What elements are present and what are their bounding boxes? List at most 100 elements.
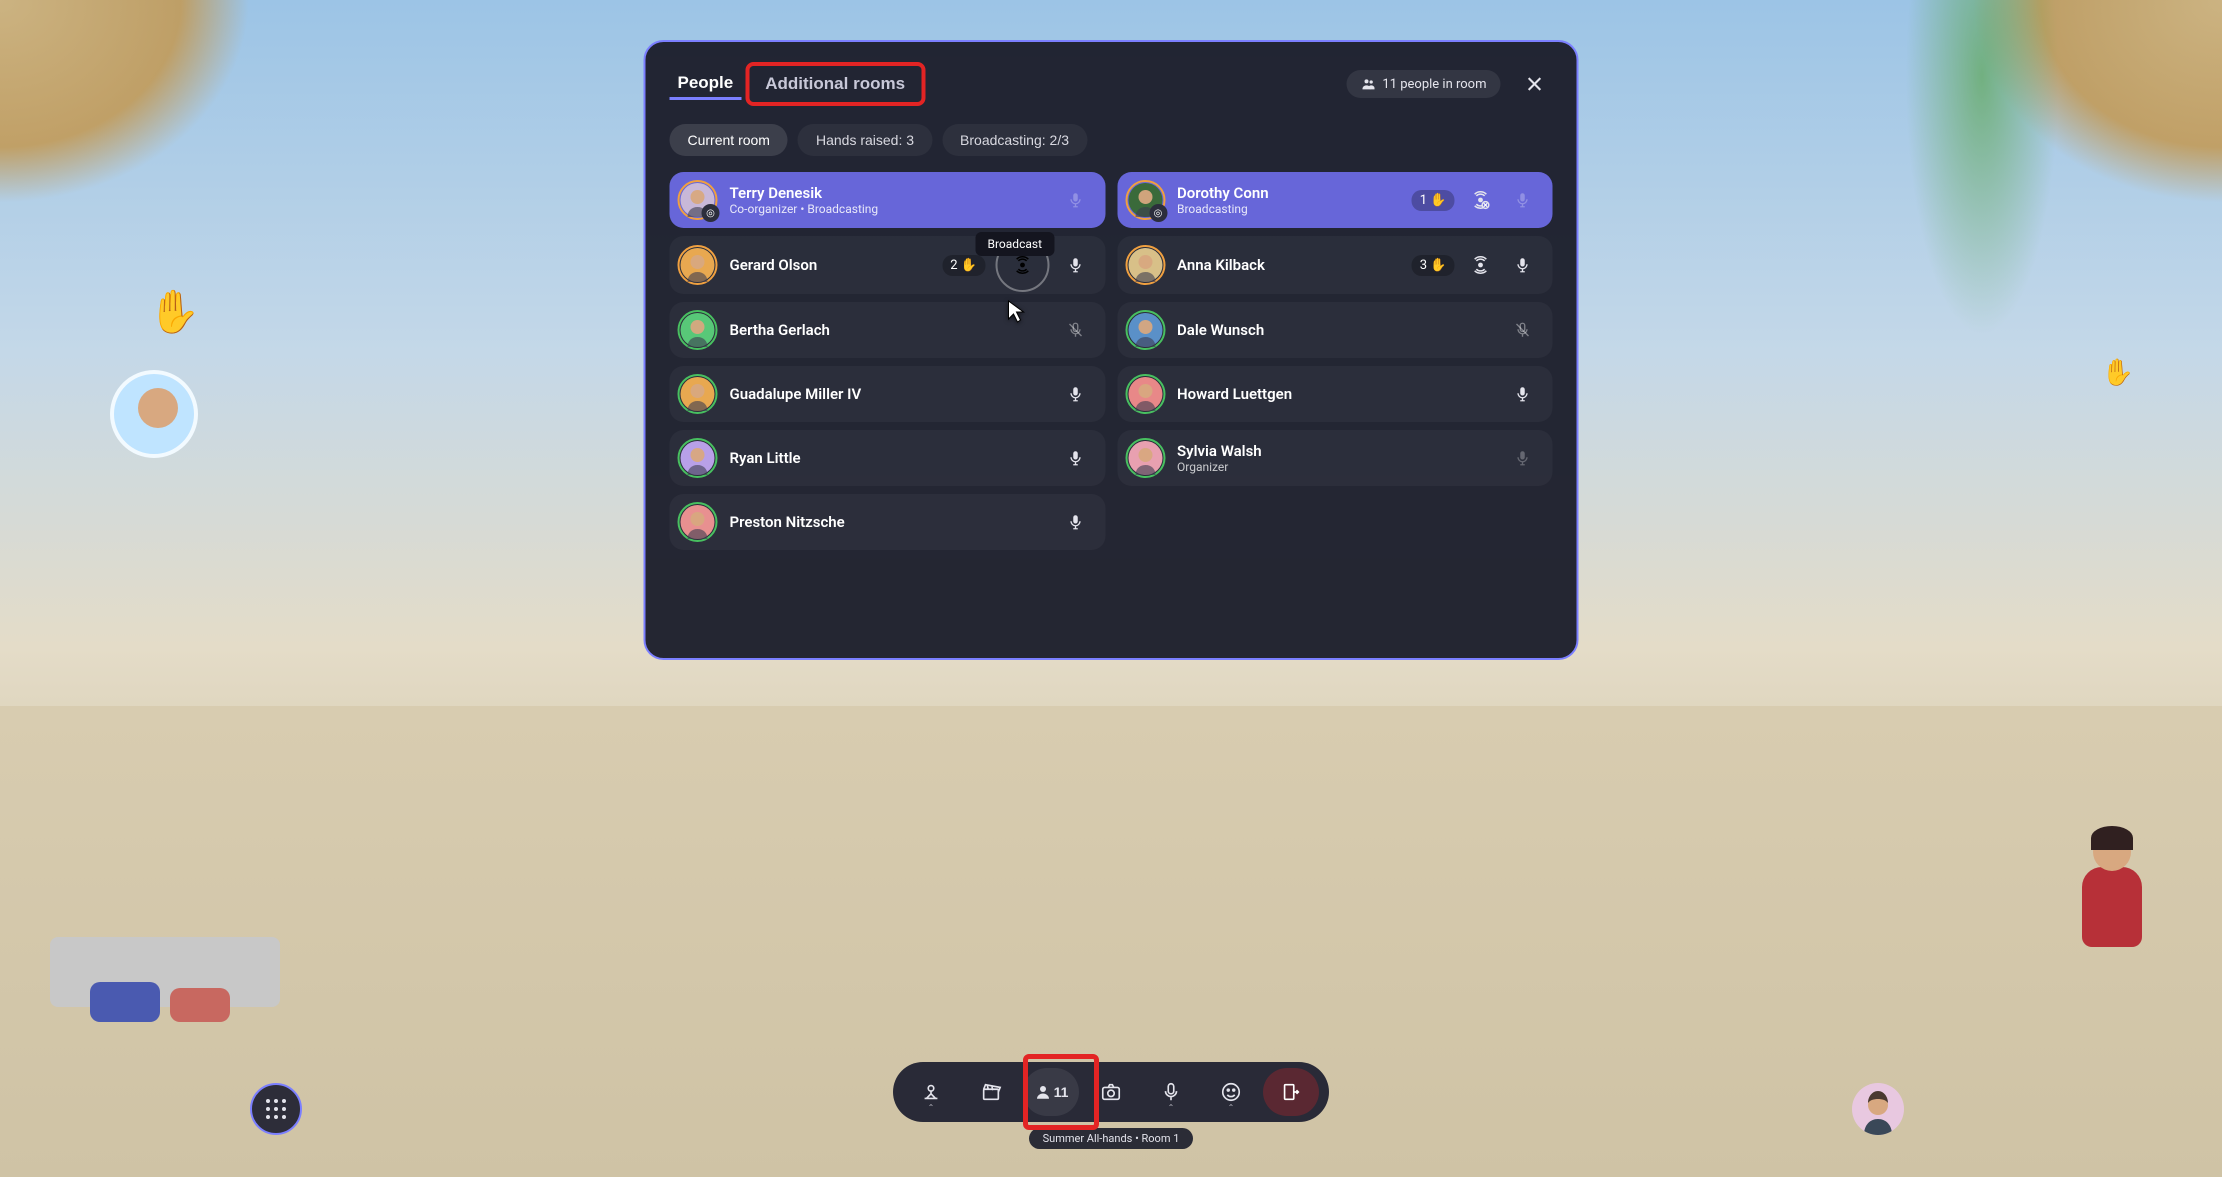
person-info: Preston Nitzsche xyxy=(730,513,1048,531)
person-subtitle: Broadcasting xyxy=(1177,202,1400,216)
person-subtitle: Organizer xyxy=(1177,460,1495,474)
person-name: Sylvia Walsh xyxy=(1177,442,1495,460)
person-card[interactable]: Bertha Gerlach xyxy=(670,302,1106,358)
mic-button[interactable] xyxy=(1507,314,1539,346)
self-avatar[interactable] xyxy=(1852,1083,1904,1135)
share-button[interactable]: ⌃ xyxy=(903,1068,959,1116)
person-actions xyxy=(1507,314,1539,346)
microphone-off-icon xyxy=(1514,321,1532,339)
mic-button[interactable] xyxy=(1507,184,1539,216)
person-card[interactable]: Guadalupe Miller IV xyxy=(670,366,1106,422)
person-card[interactable]: Ryan Little xyxy=(670,430,1106,486)
avatar xyxy=(1125,310,1165,350)
filter-chips: Current room Hands raised: 3 Broadcastin… xyxy=(670,124,1553,156)
scene-remote-avatar-right xyxy=(2072,817,2152,947)
tab-people[interactable]: People xyxy=(670,69,742,100)
avatar xyxy=(678,502,718,542)
person-info: Dorothy Conn Broadcasting xyxy=(1177,184,1400,216)
person-name: Anna Kilback xyxy=(1177,256,1400,274)
person-info: Bertha Gerlach xyxy=(730,321,1048,339)
person-actions xyxy=(1059,506,1091,538)
clapper-icon xyxy=(980,1081,1002,1103)
chip-broadcasting[interactable]: Broadcasting: 2/3 xyxy=(942,124,1087,156)
microphone-icon xyxy=(1066,385,1084,403)
broadcast-icon xyxy=(1471,190,1491,210)
person-card[interactable]: Preston Nitzsche xyxy=(670,494,1106,550)
person-card[interactable]: ◎ Terry Denesik Co-organizer • Broadcast… xyxy=(670,172,1106,228)
close-button[interactable] xyxy=(1517,66,1553,102)
tab-additional-rooms[interactable]: Additional rooms xyxy=(757,70,913,98)
person-actions xyxy=(1059,442,1091,474)
people-count: 11 xyxy=(1054,1084,1069,1100)
broadcast-toggle-button[interactable] xyxy=(995,238,1049,292)
microphone-icon xyxy=(1514,385,1532,403)
person-card[interactable]: Sylvia Walsh Organizer xyxy=(1117,430,1553,486)
leave-button[interactable] xyxy=(1263,1068,1319,1116)
grid-icon xyxy=(266,1099,286,1119)
tab-additional-rooms-highlight: Additional rooms xyxy=(745,62,925,106)
mic-button[interactable] xyxy=(1507,442,1539,474)
avatar xyxy=(1125,245,1165,285)
mic-button[interactable] xyxy=(1059,184,1091,216)
mic-button[interactable] xyxy=(1059,442,1091,474)
person-card[interactable]: Dale Wunsch xyxy=(1117,302,1553,358)
avatar xyxy=(678,245,718,285)
person-card[interactable]: Howard Luettgen xyxy=(1117,366,1553,422)
person-info: Howard Luettgen xyxy=(1177,385,1495,403)
chip-hands-raised[interactable]: Hands raised: 3 xyxy=(798,124,932,156)
clapper-button[interactable] xyxy=(963,1068,1019,1116)
smile-icon xyxy=(1220,1081,1242,1103)
broadcast-status-icon xyxy=(1465,184,1497,216)
scene-tree xyxy=(1892,0,2072,380)
people-icon xyxy=(1360,76,1376,92)
scene-sofa xyxy=(50,937,280,1007)
camera-button[interactable] xyxy=(1083,1068,1139,1116)
mic-button[interactable]: ⌃ xyxy=(1143,1068,1199,1116)
person-card[interactable]: ◎ Dorothy Conn Broadcasting 1 ✋ xyxy=(1117,172,1553,228)
hand-raised-badge: 1 ✋ xyxy=(1412,190,1455,211)
avatar xyxy=(678,374,718,414)
person-card[interactable]: Anna Kilback 3 ✋ xyxy=(1117,236,1553,294)
camera-icon xyxy=(1100,1081,1122,1103)
microphone-icon xyxy=(1066,449,1084,467)
person-actions xyxy=(1507,378,1539,410)
people-in-room-pill[interactable]: 11 people in room xyxy=(1346,70,1500,98)
avatar: ◎ xyxy=(678,180,718,220)
person-actions xyxy=(1059,184,1091,216)
person-name: Ryan Little xyxy=(730,449,1048,467)
microphone-off-icon xyxy=(1066,321,1084,339)
people-button[interactable]: 11 xyxy=(1023,1068,1079,1116)
room-label-pill: Summer All-hands • Room 1 xyxy=(1029,1128,1194,1149)
microphone-icon xyxy=(1066,256,1084,274)
person-subtitle: Co-organizer • Broadcasting xyxy=(730,202,1048,216)
people-list: ◎ Terry Denesik Co-organizer • Broadcast… xyxy=(670,172,1553,550)
mic-button[interactable] xyxy=(1059,506,1091,538)
person-info: Dale Wunsch xyxy=(1177,321,1495,339)
person-info: Ryan Little xyxy=(730,449,1048,467)
mic-button[interactable] xyxy=(1059,378,1091,410)
person-actions: 1 ✋ xyxy=(1412,184,1539,216)
mic-button[interactable] xyxy=(1507,378,1539,410)
panel-tabs: People Additional rooms xyxy=(670,62,926,106)
mic-button[interactable] xyxy=(1507,249,1539,281)
mic-button[interactable] xyxy=(1059,249,1091,281)
self-avatar-icon xyxy=(1852,1083,1904,1135)
person-info: Terry Denesik Co-organizer • Broadcastin… xyxy=(730,184,1048,216)
mic-icon xyxy=(1160,1081,1182,1103)
person-actions xyxy=(1507,442,1539,474)
scene-cushion-blue xyxy=(90,982,160,1022)
close-icon xyxy=(1525,74,1545,94)
avatar-badge-icon: ◎ xyxy=(702,204,720,222)
person-info: Gerard Olson xyxy=(730,256,931,274)
broadcast-status-icon xyxy=(1465,249,1497,281)
apps-launcher-button[interactable] xyxy=(250,1083,302,1135)
scene-remote-avatar-bubble xyxy=(110,370,198,458)
hand-raised-badge: 3 ✋ xyxy=(1412,255,1455,276)
person-icon xyxy=(1034,1083,1052,1101)
microphone-icon xyxy=(1514,256,1532,274)
person-card[interactable]: Gerard Olson 2 ✋ xyxy=(670,236,1106,294)
avatar xyxy=(678,310,718,350)
emoji-button[interactable]: ⌃ xyxy=(1203,1068,1259,1116)
chip-current-room[interactable]: Current room xyxy=(670,124,788,156)
mic-button[interactable] xyxy=(1059,314,1091,346)
